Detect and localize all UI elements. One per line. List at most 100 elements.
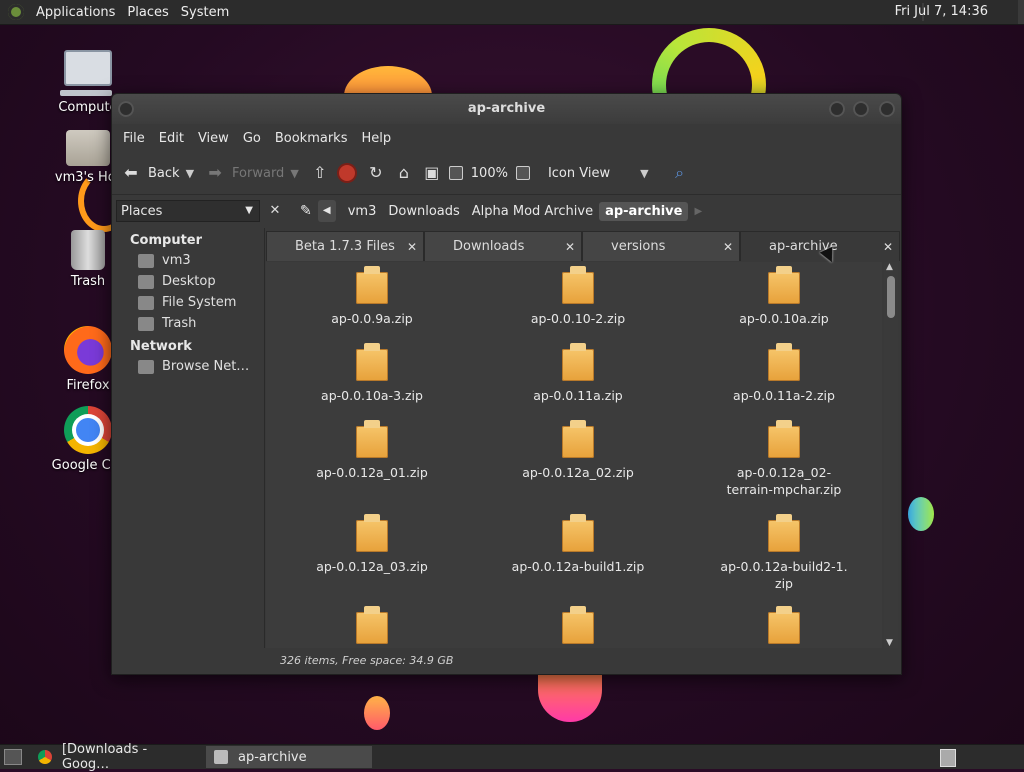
file-item[interactable]: ap-0.0.12a_02- terrain-mpchar.zip — [709, 420, 859, 498]
file-item[interactable]: ap-0.0.10a.zip — [709, 266, 859, 327]
file-item[interactable]: ap-0.0.9a.zip — [297, 266, 447, 327]
file-name: ap-0.0.12a-build1.zip — [511, 559, 645, 574]
file-item[interactable]: ap-0.0.12a_03.zip — [297, 514, 447, 575]
forward-history-dropdown-icon[interactable]: ▼ — [290, 167, 298, 180]
menu-go[interactable]: Go — [236, 131, 268, 146]
maximize-button[interactable] — [853, 101, 869, 117]
menu-edit[interactable]: Edit — [152, 131, 191, 146]
zip-archive-icon — [356, 266, 388, 304]
breadcrumb-ap-archive[interactable]: ap-archive — [599, 201, 689, 221]
chrome-icon — [64, 406, 112, 454]
edit-location-icon[interactable]: ✎ — [294, 201, 318, 221]
file-item[interactable]: ap-0.0.10a-3.zip — [297, 343, 447, 404]
taskbar-item-file-manager[interactable]: ap-archive — [206, 746, 372, 768]
up-icon[interactable]: ⇧ — [309, 162, 331, 184]
menu-file[interactable]: File — [116, 131, 152, 146]
stop-icon[interactable] — [338, 165, 355, 181]
system-menu[interactable]: System — [175, 5, 235, 20]
forward-button[interactable]: ➡ Forward ▼ — [204, 162, 298, 184]
home-folder-icon — [138, 253, 154, 268]
distro-logo-icon[interactable] — [8, 4, 24, 20]
menu-bookmarks[interactable]: Bookmarks — [268, 131, 355, 146]
trash-icon — [138, 316, 154, 331]
file-item[interactable]: ap-0.0.12a_02.zip — [503, 420, 653, 481]
breadcrumb-downloads[interactable]: Downloads — [382, 202, 465, 221]
zip-archive-icon — [356, 606, 388, 644]
zip-archive-icon — [356, 420, 388, 458]
menu-help[interactable]: Help — [354, 131, 398, 146]
close-tab-icon[interactable]: ✕ — [565, 232, 575, 262]
menu-view[interactable]: View — [191, 131, 236, 146]
sidebar-item-label: Desktop — [162, 274, 216, 289]
vertical-scrollbar[interactable]: ▲ ▼ — [884, 262, 898, 648]
sidebar-item-vm3[interactable]: vm3 — [112, 250, 264, 271]
zoom-in-icon[interactable] — [515, 166, 530, 180]
breadcrumb-alpha-mod-archive[interactable]: Alpha Mod Archive — [466, 202, 599, 221]
zip-archive-icon — [768, 266, 800, 304]
close-tab-icon[interactable]: ✕ — [883, 232, 893, 262]
clock[interactable]: Fri Jul 7, 14:36 — [895, 4, 988, 19]
file-name: ap-0.0.11a.zip — [533, 388, 623, 403]
scrollbar-thumb[interactable] — [887, 276, 895, 318]
sidebar-item-file-system[interactable]: File System — [112, 292, 264, 313]
file-name: ap-0.0.12a_02- terrain-mpchar.zip — [726, 465, 842, 497]
desktop-folder-icon — [138, 274, 154, 289]
view-mode-select[interactable]: Icon View ▼ — [548, 166, 649, 181]
search-icon[interactable]: ⌕ — [669, 162, 691, 184]
window-menu-button[interactable] — [118, 101, 134, 117]
sidebar-type-select[interactable]: Places ▼ — [116, 200, 260, 222]
panel-edge — [1018, 0, 1024, 24]
breadcrumb-vm3[interactable]: vm3 — [342, 202, 383, 221]
window-titlebar[interactable]: ap-archive — [112, 94, 901, 124]
show-desktop-icon[interactable] — [4, 749, 22, 765]
file-item[interactable] — [709, 606, 859, 648]
zoom-out-icon[interactable] — [448, 166, 463, 180]
menubar: File Edit View Go Bookmarks Help — [112, 124, 901, 152]
tab-versions[interactable]: versions ✕ — [582, 231, 740, 261]
workspace-switcher[interactable] — [940, 749, 956, 767]
chevron-down-icon: ▼ — [640, 166, 649, 180]
file-item[interactable]: ap-0.0.12a_01.zip — [297, 420, 447, 481]
zip-archive-icon — [562, 420, 594, 458]
close-sidebar-icon[interactable]: ✕ — [266, 201, 284, 221]
back-history-dropdown-icon[interactable]: ▼ — [186, 167, 194, 180]
zoom-control[interactable]: 100% — [448, 166, 538, 181]
home-icon[interactable]: ⌂ — [393, 162, 415, 184]
close-window-button[interactable] — [879, 101, 895, 117]
forward-label: Forward — [232, 165, 285, 181]
zip-archive-icon — [562, 606, 594, 644]
file-item[interactable]: ap-0.0.12a-build1.zip — [503, 514, 653, 575]
zip-archive-icon — [562, 266, 594, 304]
file-manager-window: ap-archive File Edit View Go Bookmarks H… — [111, 93, 902, 675]
tab-beta-files[interactable]: Beta 1.7.3 Files ✕ — [266, 231, 424, 261]
drive-icon — [138, 295, 154, 310]
file-item[interactable]: ap-0.0.11a-2.zip — [709, 343, 859, 404]
taskbar-item-browser[interactable]: [Downloads - Goog… — [30, 742, 206, 772]
file-item[interactable]: ap-0.0.10-2.zip — [503, 266, 653, 327]
back-button[interactable]: ⬅ Back ▼ — [120, 162, 194, 184]
reload-icon[interactable]: ↻ — [365, 162, 387, 184]
file-item[interactable] — [297, 606, 447, 648]
tab-ap-archive[interactable]: ap-archive ✕ — [740, 231, 900, 261]
close-tab-icon[interactable]: ✕ — [723, 232, 733, 262]
back-arrow-icon: ⬅ — [124, 163, 138, 182]
close-tab-icon[interactable]: ✕ — [407, 232, 417, 262]
file-item[interactable]: ap-0.0.12a-build2-1. zip — [709, 514, 859, 592]
sidebar-item-trash[interactable]: Trash — [112, 313, 264, 334]
applications-menu[interactable]: Applications — [30, 5, 121, 20]
file-item[interactable]: ap-0.0.11a.zip — [503, 343, 653, 404]
breadcrumb-scroll-left-icon[interactable]: ◀ — [317, 200, 336, 222]
file-item[interactable] — [503, 606, 653, 648]
minimize-button[interactable] — [829, 101, 845, 117]
trash-icon — [71, 230, 105, 270]
view-mode-label: Icon View — [547, 165, 611, 181]
scroll-down-icon[interactable]: ▼ — [886, 638, 893, 648]
breadcrumb-scroll-right-icon[interactable]: ▶ — [688, 204, 708, 219]
scroll-up-icon[interactable]: ▲ — [886, 262, 893, 272]
sidebar-item-browse-network[interactable]: Browse Net… — [112, 356, 264, 377]
places-menu[interactable]: Places — [121, 5, 174, 20]
tab-downloads[interactable]: Downloads ✕ — [424, 231, 582, 261]
zip-archive-icon — [768, 606, 800, 644]
computer-icon[interactable]: ▣ — [421, 162, 443, 184]
sidebar-item-desktop[interactable]: Desktop — [112, 271, 264, 292]
